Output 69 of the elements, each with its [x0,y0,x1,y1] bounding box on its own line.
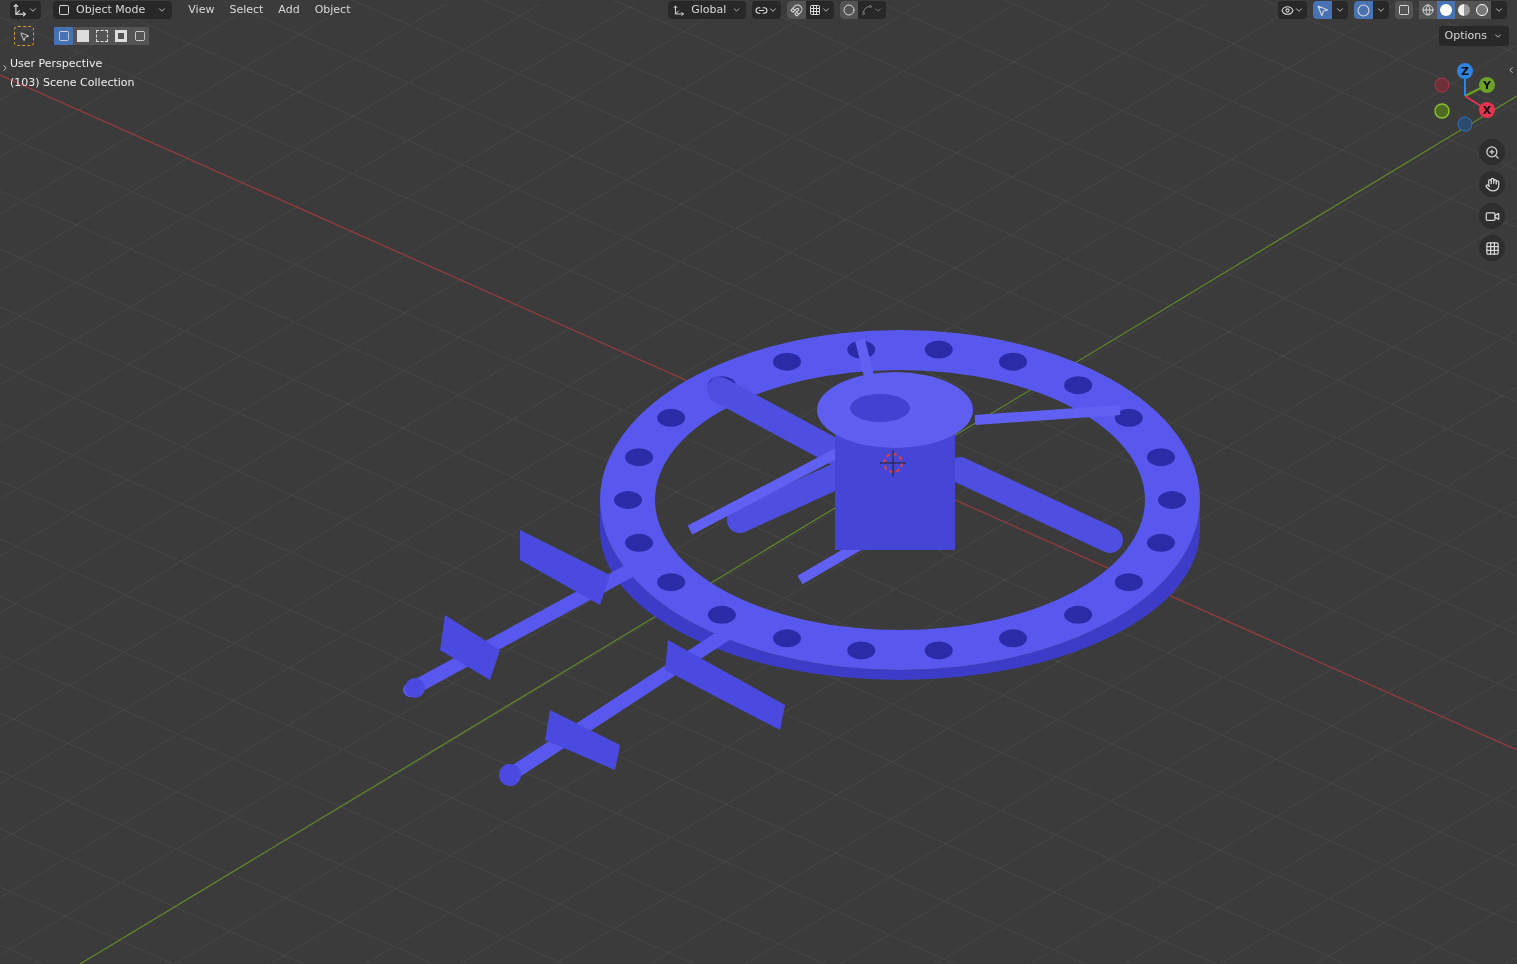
falloff-curve-icon [861,4,874,16]
new-selection-icon [57,30,70,42]
caret-icon [157,5,168,15]
zoom-button[interactable] [1479,139,1505,165]
menu-item[interactable]: Select [229,1,264,19]
extend-selection-icon [76,30,89,42]
caret-icon [873,5,884,15]
caret-icon [821,5,832,15]
pointer-icon [18,30,30,42]
selection-mode-button[interactable] [111,27,130,45]
selection-mode-button[interactable] [54,27,73,45]
gizmo-arrow-icon [1316,3,1329,17]
caret-icon [768,5,779,15]
navigation-gizmo-drawing[interactable] [1434,63,1495,132]
selection-mode-button[interactable] [73,27,92,45]
editor-type-icon [13,3,27,17]
caret-icon [28,5,38,15]
proportional-edit-icon [843,4,856,16]
viewport-info-text: (103) Scene Collection [10,74,135,91]
visibility-dropdown[interactable] [1278,1,1307,19]
overlays-toggle[interactable] [1354,1,1373,19]
shading-mode-button[interactable] [1419,1,1437,19]
caret-icon [1294,5,1304,15]
zoom-in-icon [1484,144,1500,160]
magnet-icon [790,3,804,17]
transform-orientation-dropdown[interactable]: Global [668,1,747,19]
camera-view-button[interactable] [1479,203,1505,229]
caret-icon [1494,5,1504,15]
shading-mode-button[interactable] [1455,1,1473,19]
menu-item[interactable]: View [188,1,215,19]
shading-mode-button[interactable] [1473,1,1491,19]
selection-mode-button[interactable] [92,27,111,45]
object-mode-icon [58,4,70,16]
caret-icon [1335,5,1345,15]
3d-viewport[interactable]: Object Mode View Select Add Object Global User Perspective (103) Scene Collection Options Z Y X [0,0,1517,964]
axis-label: X [1482,104,1492,117]
invert-selection-icon [114,30,127,42]
mode-dropdown[interactable]: Object Mode [53,1,173,19]
selection-mode-button[interactable] [130,27,149,45]
axis-label: Z [1461,65,1469,78]
wireframe-sphere-icon [1422,4,1434,16]
editor-type-button[interactable] [10,1,41,19]
axes-icon [673,3,686,17]
intersect-selection-icon [133,30,146,42]
gizmo-toggle[interactable] [1313,1,1332,19]
3d-cursor-icon[interactable] [880,450,906,476]
caret-icon [1493,31,1503,41]
xray-toggle[interactable] [1395,1,1413,19]
menu-item[interactable]: Add [278,1,300,19]
options-dropdown[interactable]: Options [1438,26,1509,46]
hand-icon [1484,176,1500,192]
xray-squares-icon [1398,4,1410,16]
pivot-point-dropdown[interactable] [752,1,782,19]
caret-icon [732,5,742,15]
select-tool-button[interactable] [14,26,34,46]
snap-toggle[interactable] [787,1,807,19]
overlay-circles-icon [1357,3,1370,17]
eye-icon [1281,3,1294,17]
ortho-toggle-button[interactable] [1479,235,1505,261]
menu-item[interactable]: Object [314,1,351,19]
proportional-edit-toggle[interactable] [840,1,859,19]
pan-button[interactable] [1479,171,1505,197]
axis-label: Y [1483,79,1491,92]
grid-icon [1484,240,1500,256]
snap-increment-icon [809,4,822,16]
viewport-info-text: User Perspective [10,56,104,72]
caret-icon [1376,5,1386,15]
shading-mode-button[interactable] [1437,1,1455,19]
subtract-selection-icon [95,30,108,42]
